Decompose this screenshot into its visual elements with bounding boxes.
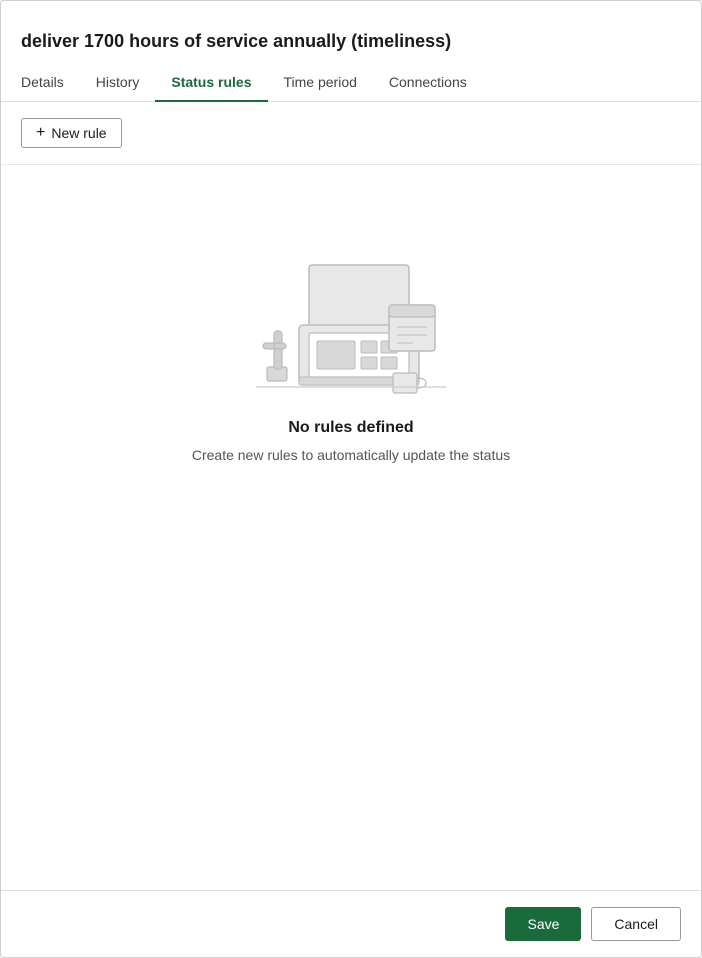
content-area: No rules defined Create new rules to aut… (1, 165, 701, 890)
cancel-button[interactable]: Cancel (591, 907, 681, 941)
tab-time-period[interactable]: Time period (268, 64, 373, 102)
tabs-bar: Details History Status rules Time period… (1, 64, 701, 102)
modal-footer: Save Cancel (1, 890, 701, 957)
modal-title: deliver 1700 hours of service annually (… (21, 21, 669, 52)
header-icons (669, 21, 681, 29)
empty-state-title: No rules defined (288, 419, 413, 437)
tab-connections[interactable]: Connections (373, 64, 483, 102)
tab-history[interactable]: History (80, 64, 156, 102)
modal-header: deliver 1700 hours of service annually (… (1, 1, 701, 52)
modal-container: deliver 1700 hours of service annually (… (0, 0, 702, 958)
toolbar: + New rule (1, 102, 701, 165)
plus-icon: + (36, 125, 45, 141)
save-button[interactable]: Save (505, 907, 581, 941)
new-rule-label: New rule (51, 125, 106, 141)
empty-state-subtitle: Create new rules to automatically update… (192, 447, 510, 463)
empty-illustration (241, 225, 461, 395)
tab-details[interactable]: Details (21, 64, 80, 102)
new-rule-button[interactable]: + New rule (21, 118, 122, 148)
tab-status-rules[interactable]: Status rules (155, 64, 267, 102)
